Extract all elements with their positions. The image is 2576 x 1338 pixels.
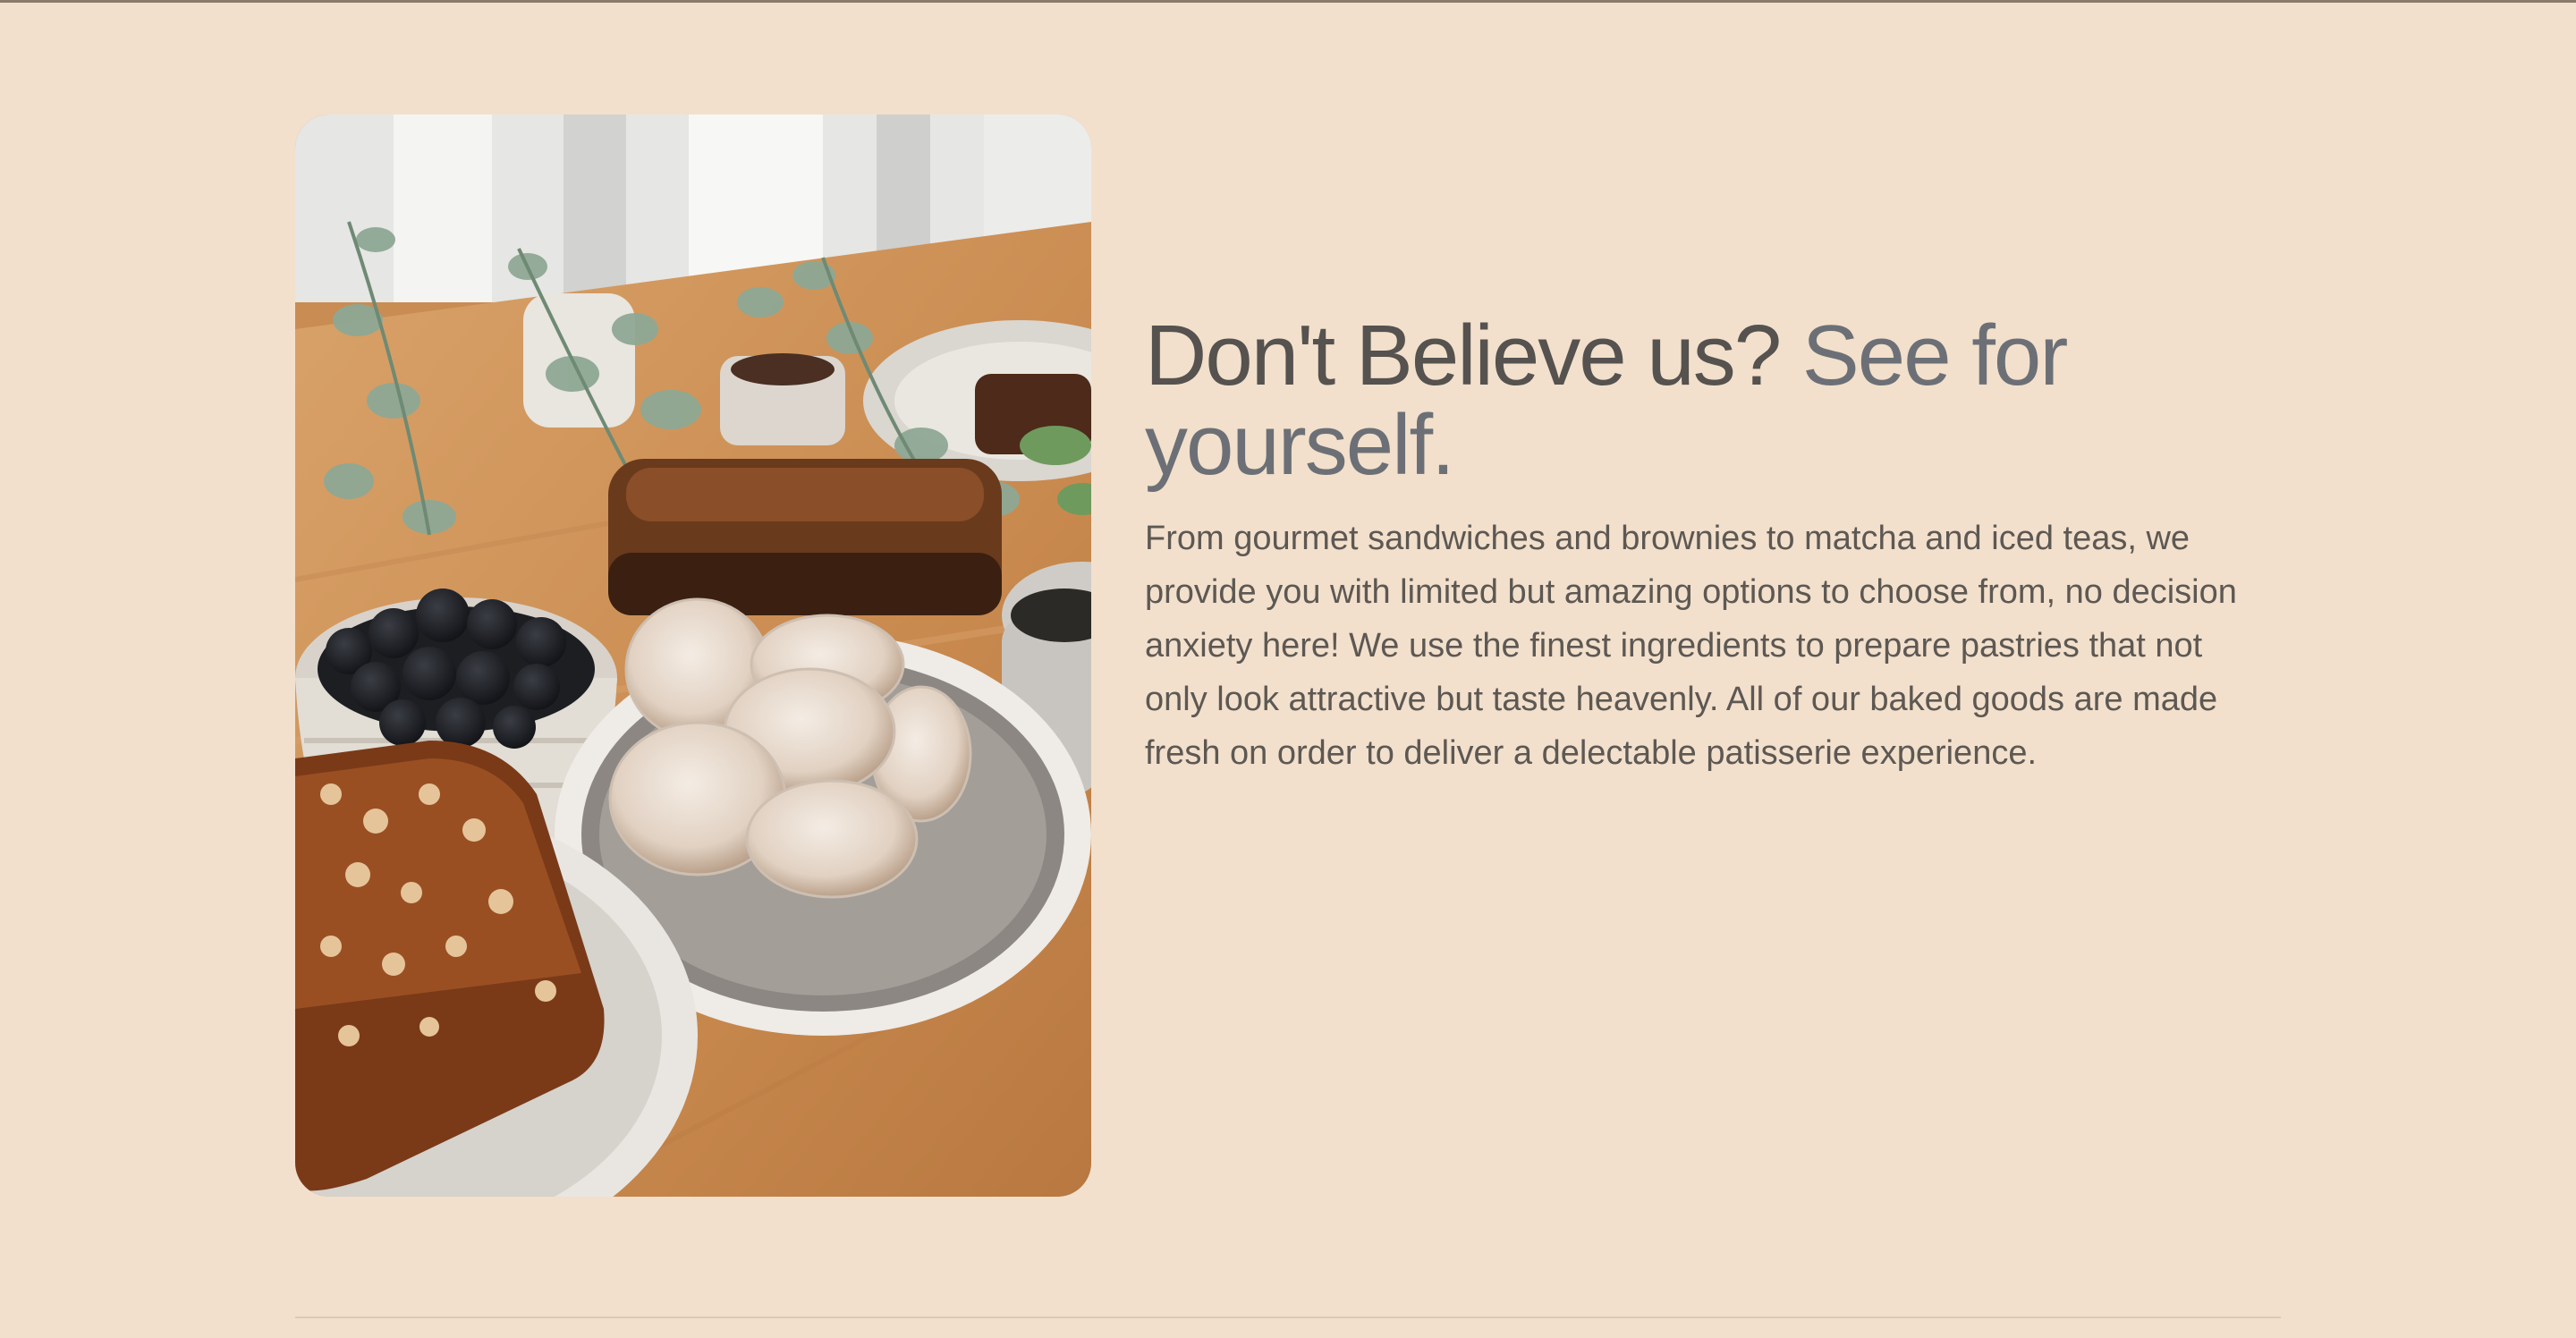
headline-main: Don't Believe us?	[1145, 308, 1782, 403]
testimonial-section: Don't Believe us? See for yourself. From…	[295, 114, 2281, 1197]
pastry-table-illustration	[295, 114, 1091, 1197]
pastry-table-photo	[295, 114, 1091, 1197]
bottom-divider	[295, 1317, 2281, 1318]
section-body: From gourmet sandwiches and brownies to …	[1145, 520, 2237, 772]
section-headline: Don't Believe us? See for yourself.	[1145, 311, 2281, 490]
testimonial-text: Don't Believe us? See for yourself. From…	[1145, 311, 2281, 780]
top-divider	[0, 0, 2576, 3]
